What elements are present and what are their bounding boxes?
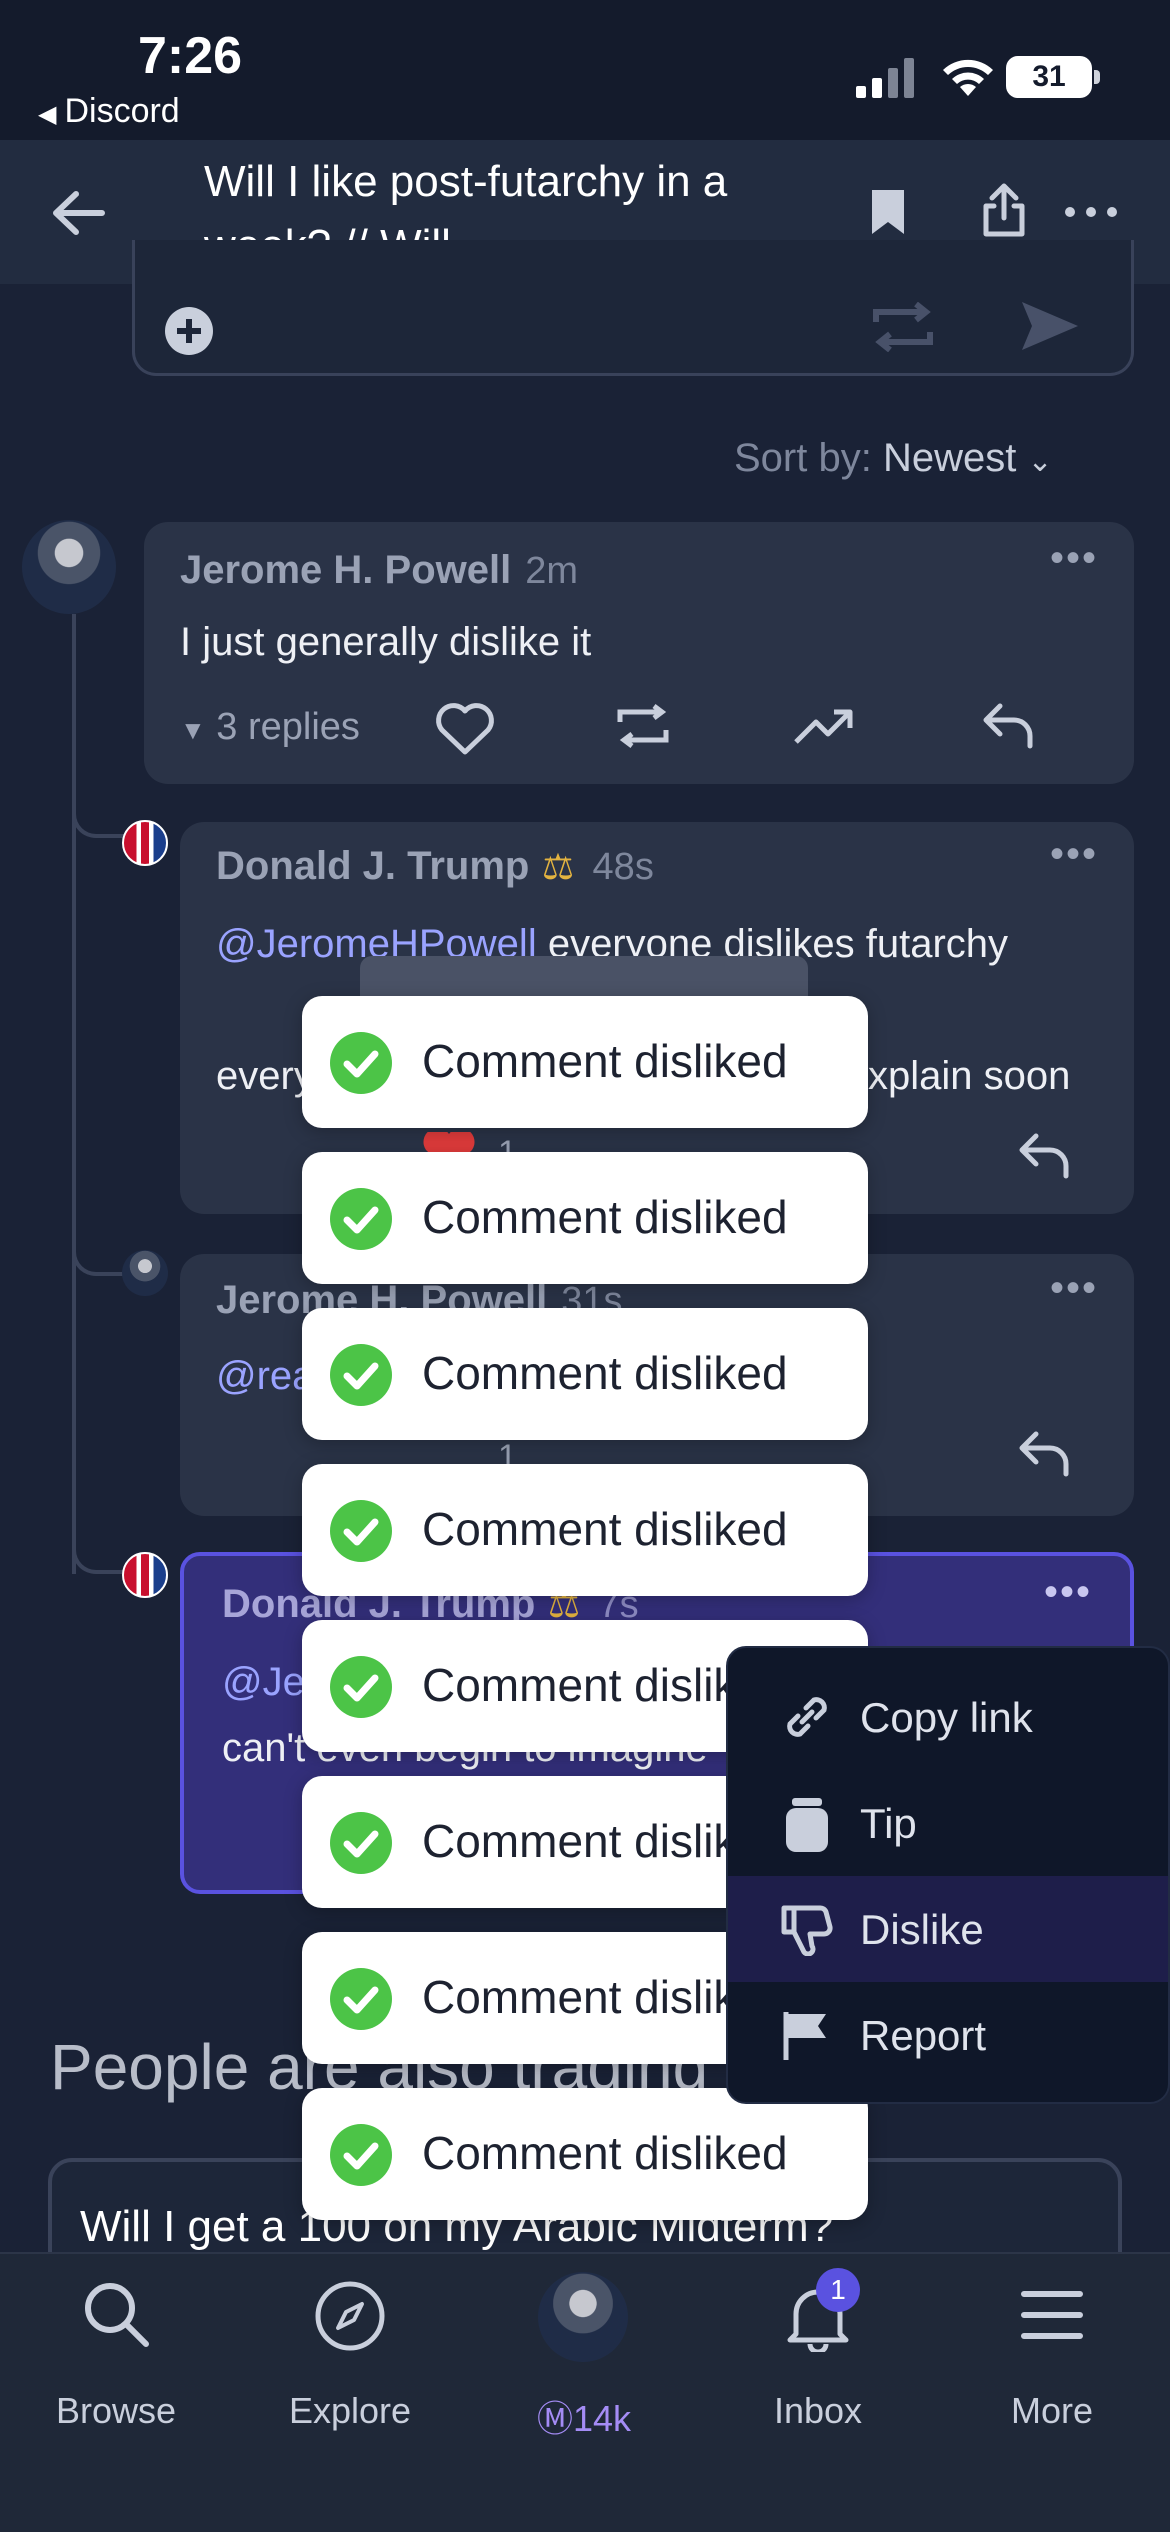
menu-icon [1021, 2291, 1083, 2339]
check-circle-icon [330, 1968, 392, 2030]
caret-down-icon: ▼ [180, 715, 206, 745]
back-app-label: Discord [64, 92, 180, 130]
menu-item-dislike[interactable]: Dislike [728, 1876, 1168, 1982]
comment-author[interactable]: Jerome H. Powell [180, 548, 511, 592]
balance-label: Ⓜ14k [536, 2398, 632, 2439]
sort-label: Sort by: [734, 436, 872, 480]
battery-indicator: 31 [1006, 56, 1092, 98]
wifi-icon [943, 59, 993, 96]
avatar[interactable] [122, 1250, 168, 1296]
mention-link[interactable]: @Je [222, 1654, 305, 1710]
comment-input-box[interactable] [132, 240, 1134, 376]
check-circle-icon [330, 1500, 392, 1562]
like-icon[interactable] [434, 700, 496, 756]
nav-label: Inbox [773, 2390, 863, 2431]
menu-item-label: Tip [860, 1800, 917, 1847]
toast-notification: Comment disliked [302, 1152, 868, 1284]
comment-time: 2m [525, 550, 579, 592]
menu-item-label: Dislike [860, 1906, 984, 1953]
check-circle-icon [330, 2124, 392, 2186]
balance-scale-icon: ⚖ [541, 846, 575, 887]
toast-message: Comment disliked [422, 1191, 788, 1243]
comment-header: Donald J. Trump ⚖ 48s [216, 844, 654, 889]
search-icon [85, 2283, 149, 2347]
avatar[interactable] [122, 820, 168, 866]
back-triangle-icon: ◀ [38, 101, 57, 128]
tip-jar-icon [786, 1798, 828, 1852]
share-icon[interactable] [980, 182, 1028, 238]
flag-icon [783, 2012, 826, 2060]
compass-icon [315, 2281, 385, 2351]
menu-item-tip[interactable]: Tip [728, 1770, 1168, 1876]
thumbs-down-icon [781, 1905, 833, 1956]
repost-icon[interactable] [614, 704, 672, 748]
comment-text-line2-end: xplain soon [868, 1054, 1071, 1098]
comment-more-icon[interactable]: ••• [1050, 536, 1098, 581]
nav-label: More [1010, 2390, 1094, 2431]
comment-more-icon[interactable]: ••• [1044, 1570, 1092, 1615]
toast-notification: Comment disliked [302, 2088, 868, 2220]
notification-badge: 1 [816, 2268, 860, 2312]
check-circle-icon [330, 1188, 392, 1250]
battery-tip [1094, 70, 1100, 84]
check-circle-icon [330, 1344, 392, 1406]
status-time: 7:26 [138, 27, 243, 85]
comment-card: Jerome H. Powell 2m ••• I just generally … [144, 522, 1134, 784]
toast-notification: Comment disliked [302, 996, 868, 1128]
link-icon [787, 1697, 827, 1737]
mention-link[interactable]: @rea [216, 1348, 314, 1404]
bookmark-icon[interactable] [870, 188, 906, 236]
comment-more-icon[interactable]: ••• [1050, 1266, 1098, 1311]
comment-text: I just generally dislike it [180, 620, 592, 664]
thread-branch [72, 798, 132, 838]
toast-message: Comment disliked [422, 1347, 788, 1399]
back-arrow-icon[interactable] [50, 190, 106, 236]
comment-text-line2-start: every [216, 1054, 314, 1098]
menu-item-label: Report [860, 2012, 987, 2059]
avatar[interactable] [122, 1552, 168, 1598]
reply-icon[interactable] [982, 702, 1034, 750]
comment-author[interactable]: Donald J. Trump [216, 844, 529, 888]
more-options-icon[interactable] [1064, 206, 1118, 218]
reply-icon[interactable] [1018, 1430, 1070, 1478]
sort-value: Newest [882, 436, 1017, 480]
avatar[interactable] [22, 520, 116, 614]
comment-header: Jerome H. Powell 2m [180, 548, 578, 593]
check-circle-icon [330, 1032, 392, 1094]
repost-icon[interactable] [868, 302, 938, 352]
chevron-down-icon: ⌄ [1027, 445, 1053, 478]
comment-time: 48s [592, 846, 654, 888]
comment-more-icon[interactable]: ••• [1050, 832, 1098, 877]
send-icon[interactable] [1020, 300, 1080, 352]
profile-avatar[interactable] [538, 2272, 628, 2362]
nav-label: Explore [288, 2390, 412, 2431]
replies-count: 3 replies [216, 706, 360, 748]
mana-coin-icon: Ⓜ [536, 2398, 573, 2439]
toast-notification: Comment disliked [302, 1308, 868, 1440]
menu-item-copy-link[interactable]: Copy link [728, 1664, 1168, 1770]
toast-message: Comment disliked [422, 2127, 788, 2179]
reply-icon[interactable] [1018, 1132, 1070, 1180]
toast-message: Comment disliked [422, 1035, 788, 1087]
check-circle-icon [330, 1812, 392, 1874]
thread-line [72, 614, 76, 1574]
trending-icon[interactable] [794, 706, 856, 746]
add-attachment-icon[interactable] [163, 305, 215, 357]
signal-icon [856, 58, 914, 98]
comment-context-menu: Copy link Tip Dislike Report [726, 1646, 1170, 2104]
toast-notification: Comment disliked [302, 1464, 868, 1596]
menu-item-label: Copy link [860, 1694, 1033, 1741]
menu-item-report[interactable]: Report [728, 1982, 1168, 2088]
sort-dropdown[interactable]: Sort by: Newest ⌄ [734, 436, 1053, 481]
replies-toggle[interactable]: ▼ 3 replies [180, 706, 360, 749]
toast-message: Comment disliked [422, 1503, 788, 1555]
check-circle-icon [330, 1656, 392, 1718]
nav-label: Browse [55, 2390, 177, 2431]
back-to-app-link[interactable]: ◀ Discord [38, 92, 180, 131]
